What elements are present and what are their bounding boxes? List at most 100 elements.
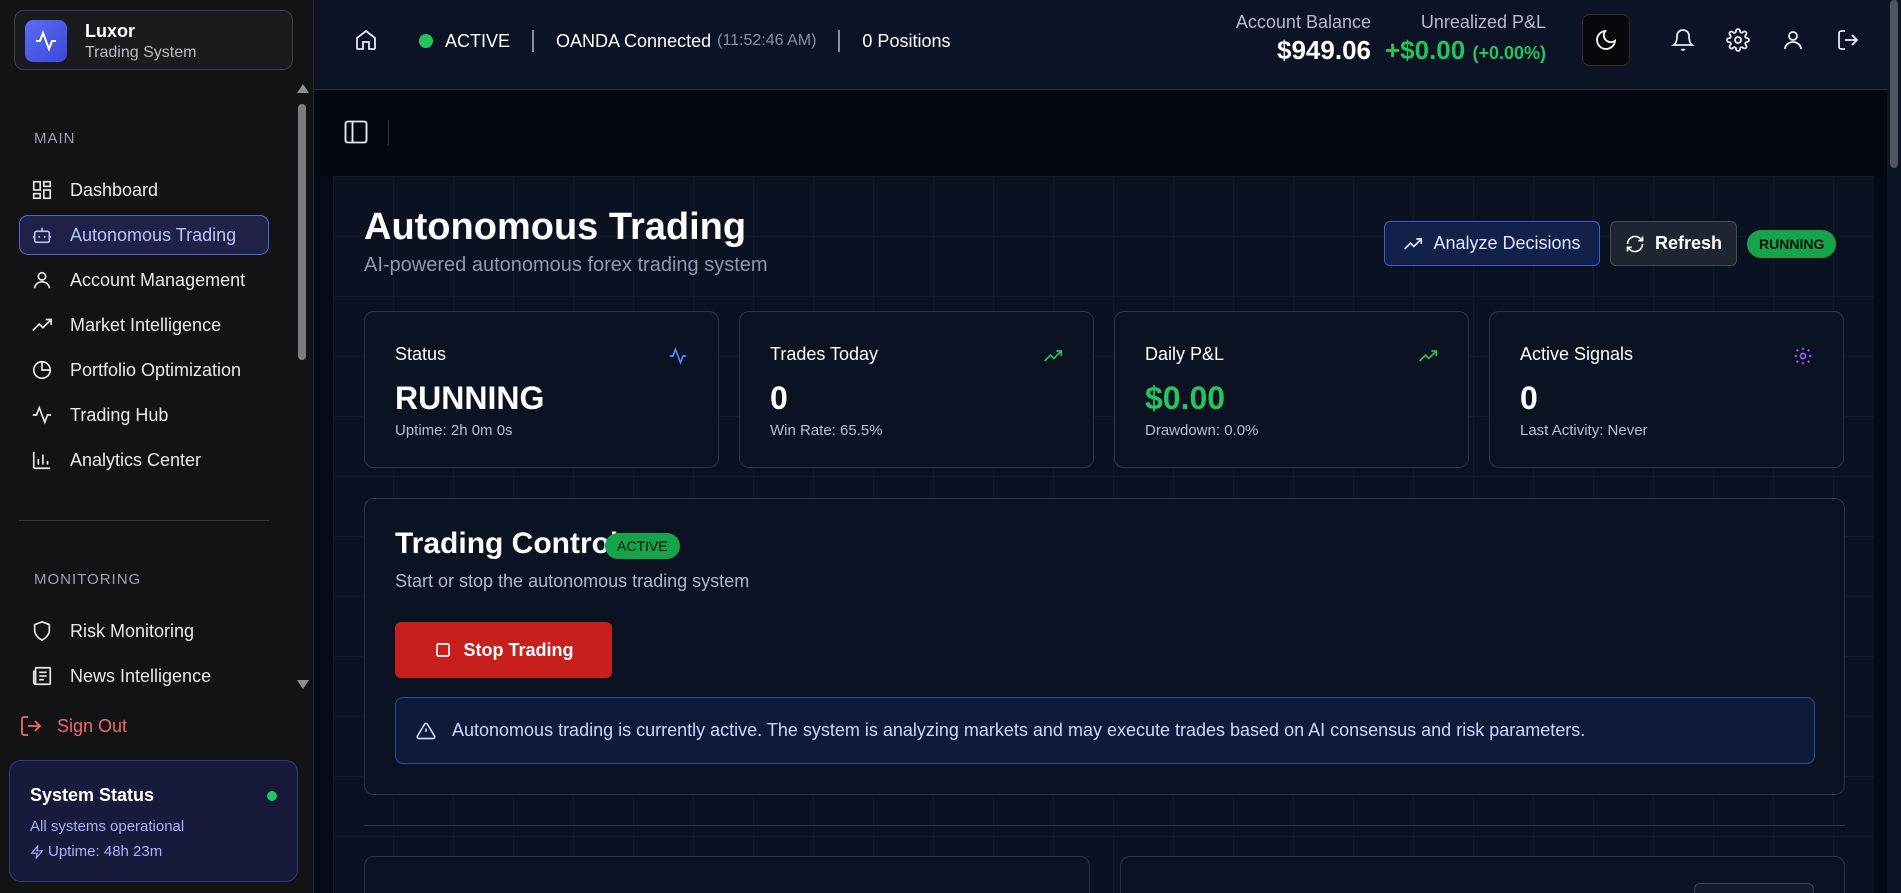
daily-pnl-card: Daily P&L $0.00 Drawdown: 0.0%	[1114, 311, 1469, 468]
page-subtitle: AI-powered autonomous forex trading syst…	[364, 254, 768, 276]
sidebar-toggle-icon[interactable]	[342, 118, 372, 148]
sidebar-item-autonomous-trading[interactable]: Autonomous Trading	[19, 215, 269, 255]
dashboard-icon	[30, 178, 54, 202]
trending-up-icon	[1418, 346, 1438, 366]
card-subtext: Drawdown: 0.0%	[1145, 422, 1259, 439]
sidebar-item-label: Risk Monitoring	[70, 620, 195, 641]
home-icon[interactable]	[354, 28, 378, 52]
pnl-percent: (+0.00%)	[1472, 43, 1546, 63]
card-value: $0.00	[1145, 380, 1226, 416]
account-balance: Account Balance $949.06	[1236, 12, 1371, 66]
user-icon[interactable]	[1781, 28, 1805, 52]
pnl-value-row: +$0.00 (+0.00%)	[1385, 35, 1546, 66]
refresh-icon	[1625, 234, 1645, 254]
bot-icon	[30, 223, 54, 247]
panel-action-button[interactable]	[1694, 883, 1814, 893]
sidebar-item-label: Dashboard	[70, 179, 159, 200]
log-out-icon	[19, 714, 43, 738]
sidebar-item-dashboard[interactable]: Dashboard	[19, 170, 269, 210]
bar-chart-icon	[30, 448, 54, 472]
card-value: 0	[770, 380, 788, 416]
trading-controls-subtitle: Start or stop the autonomous trading sys…	[395, 571, 750, 591]
connection-time: (11:52:46 AM)	[717, 32, 817, 49]
sidebar-item-trading-hub[interactable]: Trading Hub	[19, 395, 269, 435]
scroll-down-arrow-icon[interactable]	[297, 680, 309, 689]
warning-triangle-icon	[416, 721, 436, 741]
theme-toggle-button[interactable]	[1582, 14, 1630, 66]
bell-icon[interactable]	[1671, 28, 1695, 52]
analyze-decisions-label: Analyze Decisions	[1433, 233, 1581, 253]
separator	[838, 30, 841, 52]
sidebar: Luxor Trading System MAIN Dashboard Auto…	[0, 0, 314, 893]
brand-subtitle: Trading System	[85, 44, 197, 61]
system-uptime-text: Uptime: 48h 23m	[48, 843, 163, 860]
system-status-title: System Status	[30, 785, 155, 805]
refresh-button[interactable]: Refresh	[1610, 221, 1737, 266]
system-status-card: System Status All systems operational Up…	[9, 760, 298, 882]
status-badge: RUNNING	[1747, 230, 1837, 258]
sub-bar	[314, 90, 1887, 176]
sidebar-item-label: News Intelligence	[70, 665, 212, 686]
stop-trading-button[interactable]: Stop Trading	[395, 622, 612, 678]
square-icon	[434, 641, 452, 659]
system-status-text: All systems operational	[30, 818, 185, 835]
card-title: Trades Today	[770, 344, 879, 364]
pnl-value: +$0.00	[1384, 35, 1466, 65]
page-scroll-thumb[interactable]	[1890, 0, 1898, 168]
section-label-main: MAIN	[34, 130, 76, 147]
sidebar-item-label: Portfolio Optimization	[70, 359, 242, 380]
status-card: Status RUNNING Uptime: 2h 0m 0s	[364, 311, 719, 468]
pnl-label: Unrealized P&L	[1420, 12, 1546, 32]
main-content: Autonomous Trading AI-powered autonomous…	[333, 176, 1874, 893]
card-subtext: Win Rate: 65.5%	[770, 422, 883, 439]
active-trading-alert: Autonomous trading is currently active. …	[395, 697, 1815, 764]
trading-controls-panel: Trading Controls ACTIVE Start or stop th…	[364, 498, 1845, 795]
lower-right-panel	[1120, 856, 1845, 893]
pie-chart-icon	[30, 358, 54, 382]
status-dot	[267, 791, 277, 801]
sidebar-item-label: Market Intelligence	[70, 314, 222, 335]
sidebar-item-portfolio-optimization[interactable]: Portfolio Optimization	[19, 350, 269, 390]
analyze-decisions-button[interactable]: Analyze Decisions	[1384, 221, 1600, 266]
alert-text: Autonomous trading is currently active. …	[452, 720, 1586, 740]
trending-up-icon	[1043, 346, 1063, 366]
log-out-icon[interactable]	[1836, 28, 1860, 52]
activity-icon	[668, 346, 688, 366]
gear-icon[interactable]	[1726, 28, 1750, 52]
system-uptime: Uptime: 48h 23m	[30, 843, 162, 860]
scroll-up-arrow-icon[interactable]	[297, 84, 309, 93]
brand[interactable]: Luxor Trading System	[14, 10, 293, 70]
balance-label: Account Balance	[1235, 12, 1371, 32]
connection-status: ACTIVE OANDA Connected (11:52:46 AM) 0 P…	[419, 30, 950, 52]
sidebar-item-label: Autonomous Trading	[70, 224, 237, 245]
brand-name: Luxor	[85, 21, 136, 41]
active-badge: ACTIVE	[605, 533, 680, 559]
moon-icon	[1594, 28, 1618, 52]
sign-out-label: Sign Out	[57, 715, 128, 736]
card-subtext: Uptime: 2h 0m 0s	[395, 422, 513, 439]
refresh-label: Refresh	[1654, 233, 1723, 253]
sidebar-item-risk-monitoring[interactable]: Risk Monitoring	[19, 611, 269, 651]
lower-left-panel	[364, 856, 1090, 893]
sidebar-item-account-management[interactable]: Account Management	[19, 260, 269, 300]
balance-value: $949.06	[1277, 35, 1371, 65]
trading-controls-title: Trading Controls	[395, 527, 635, 560]
sign-out-button[interactable]: Sign Out	[19, 706, 127, 746]
sidebar-item-market-intelligence[interactable]: Market Intelligence	[19, 305, 269, 345]
sidebar-divider	[19, 520, 269, 521]
top-bar: ACTIVE OANDA Connected (11:52:46 AM) 0 P…	[314, 0, 1901, 90]
sidebar-item-label: Account Management	[70, 269, 246, 290]
sidebar-item-news-intelligence[interactable]: News Intelligence	[19, 656, 269, 696]
section-divider	[364, 825, 1845, 826]
trades-today-card: Trades Today 0 Win Rate: 65.5%	[739, 311, 1094, 468]
separator	[388, 120, 389, 146]
trading-status: ACTIVE	[445, 30, 511, 51]
sidebar-item-analytics-center[interactable]: Analytics Center	[19, 440, 269, 480]
zap-icon	[30, 844, 44, 859]
page-scrollbar[interactable]	[1887, 0, 1901, 893]
card-value: RUNNING	[395, 380, 545, 416]
sidebar-item-label: Trading Hub	[70, 404, 169, 425]
status-dot	[419, 34, 433, 48]
sidebar-scroll-thumb[interactable]	[298, 104, 306, 360]
card-title: Status	[395, 344, 447, 364]
